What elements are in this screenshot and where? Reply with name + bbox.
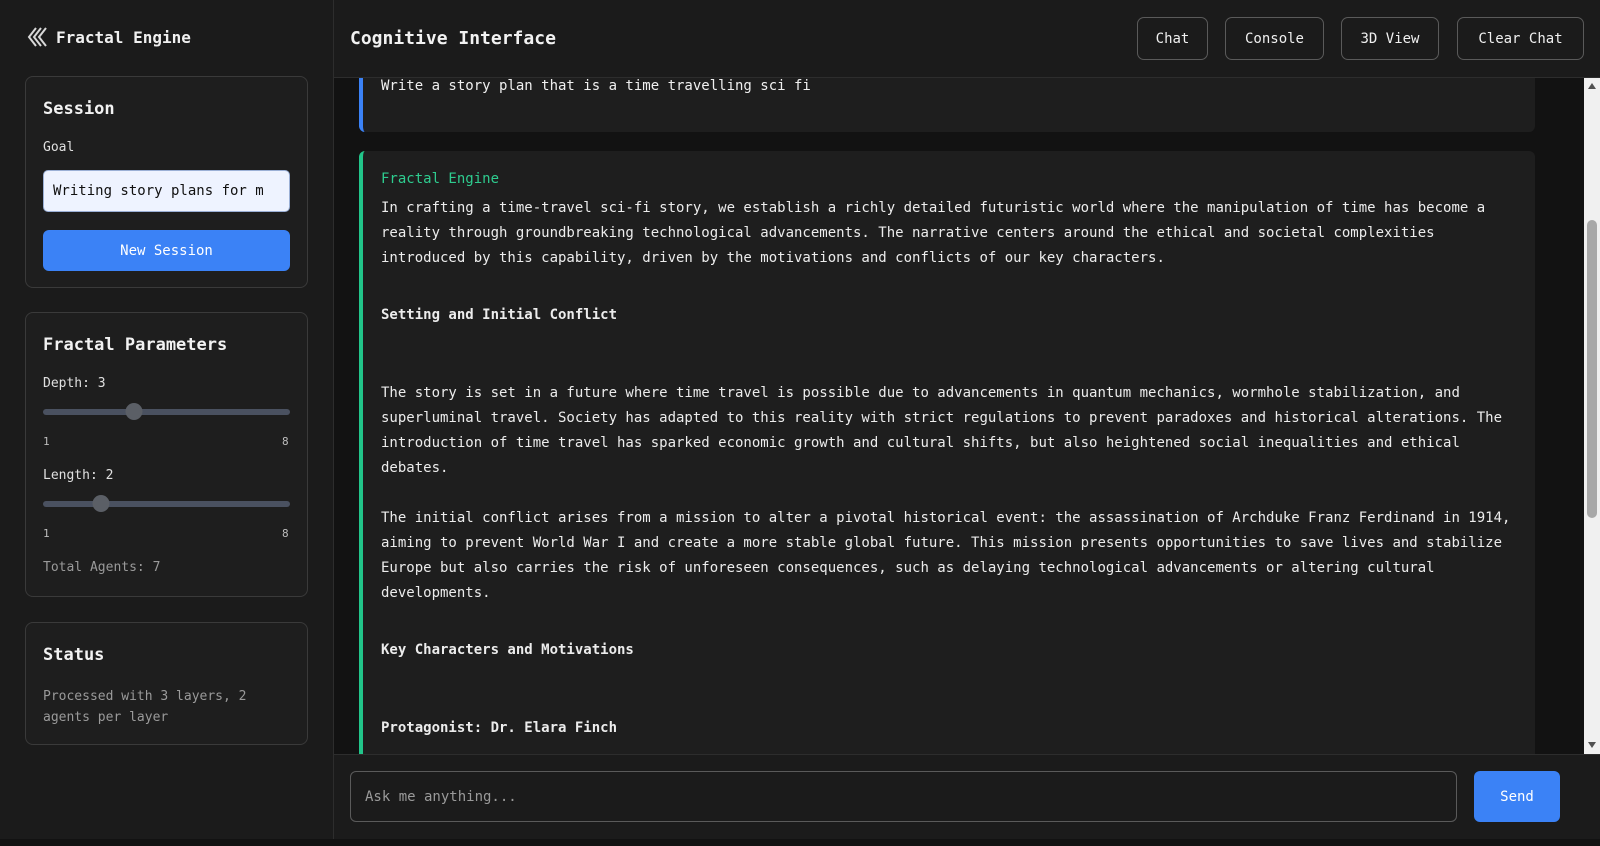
user-message: Write a story plan that is a time travel…	[359, 78, 1535, 132]
status-text: Processed with 3 layers, 2 agents per la…	[43, 686, 247, 728]
sidebar: Fractal Engine Session Goal New Session …	[0, 0, 334, 839]
composer: Send	[334, 754, 1600, 839]
brand-name: Fractal Engine	[56, 27, 191, 47]
message-paragraph: The initial conflict arises from a missi…	[381, 510, 1511, 601]
session-title: Session	[43, 99, 115, 119]
double-chevron-left-icon	[27, 27, 47, 47]
main-header: Cognitive Interface Chat Console 3D View…	[334, 0, 1600, 78]
brand: Fractal Engine	[26, 26, 191, 48]
tab-chat[interactable]: Chat	[1137, 17, 1208, 60]
scrollbar-thumb[interactable]	[1587, 220, 1597, 518]
goal-label: Goal	[43, 140, 75, 155]
depth-slider[interactable]	[43, 402, 290, 420]
message-heading: Protagonist: Dr. Elara Finch	[381, 720, 618, 736]
clear-chat-button[interactable]: Clear Chat	[1457, 17, 1584, 60]
depth-slider-track	[43, 409, 290, 415]
message-paragraph: The story is set in a future where time …	[381, 385, 1503, 476]
scroll-down-arrow-icon[interactable]	[1588, 742, 1596, 748]
length-min-label: 1	[43, 527, 50, 540]
status-line-1: Processed with 3 layers, 2	[43, 689, 247, 704]
fractal-parameters-card: Fractal Parameters Depth: 3 1 8 Length: …	[25, 312, 308, 597]
length-slider-track	[43, 501, 290, 507]
new-session-button[interactable]: New Session	[43, 230, 290, 271]
assistant-author: Fractal Engine	[381, 171, 500, 187]
session-card: Session Goal New Session	[25, 76, 308, 288]
status-line-2: agents per layer	[43, 710, 169, 725]
total-agents-text: Total Agents: 7	[43, 560, 161, 575]
page-title: Cognitive Interface	[350, 28, 556, 49]
length-slider-thumb[interactable]	[92, 495, 110, 512]
fractal-parameters-title: Fractal Parameters	[43, 335, 228, 355]
send-button[interactable]: Send	[1474, 771, 1560, 822]
tab-console[interactable]: Console	[1225, 17, 1324, 60]
assistant-message: Fractal Engine In crafting a time-travel…	[359, 151, 1535, 754]
message-heading: Setting and Initial Conflict	[381, 307, 618, 323]
depth-label: Depth: 3	[43, 376, 106, 391]
chat-input[interactable]	[350, 771, 1457, 822]
chat-scrollbar[interactable]	[1584, 78, 1600, 754]
depth-min-label: 1	[43, 435, 50, 448]
assistant-message-body: In crafting a time-travel sci-fi story, …	[381, 196, 1521, 741]
message-paragraph: In crafting a time-travel sci-fi story, …	[381, 200, 1486, 266]
scroll-up-arrow-icon[interactable]	[1588, 83, 1596, 89]
length-label: Length: 2	[43, 468, 114, 483]
user-message-text: Write a story plan that is a time travel…	[381, 78, 811, 94]
goal-input[interactable]	[43, 170, 290, 212]
chat-messages[interactable]: Write a story plan that is a time travel…	[334, 78, 1600, 754]
message-heading: Key Characters and Motivations	[381, 642, 634, 658]
depth-slider-thumb[interactable]	[125, 403, 143, 420]
depth-max-label: 8	[282, 435, 289, 448]
tab-3d-view[interactable]: 3D View	[1341, 17, 1439, 60]
status-title: Status	[43, 645, 105, 665]
length-slider[interactable]	[43, 494, 290, 512]
status-card: Status Processed with 3 layers, 2 agents…	[25, 622, 308, 745]
length-max-label: 8	[282, 527, 289, 540]
